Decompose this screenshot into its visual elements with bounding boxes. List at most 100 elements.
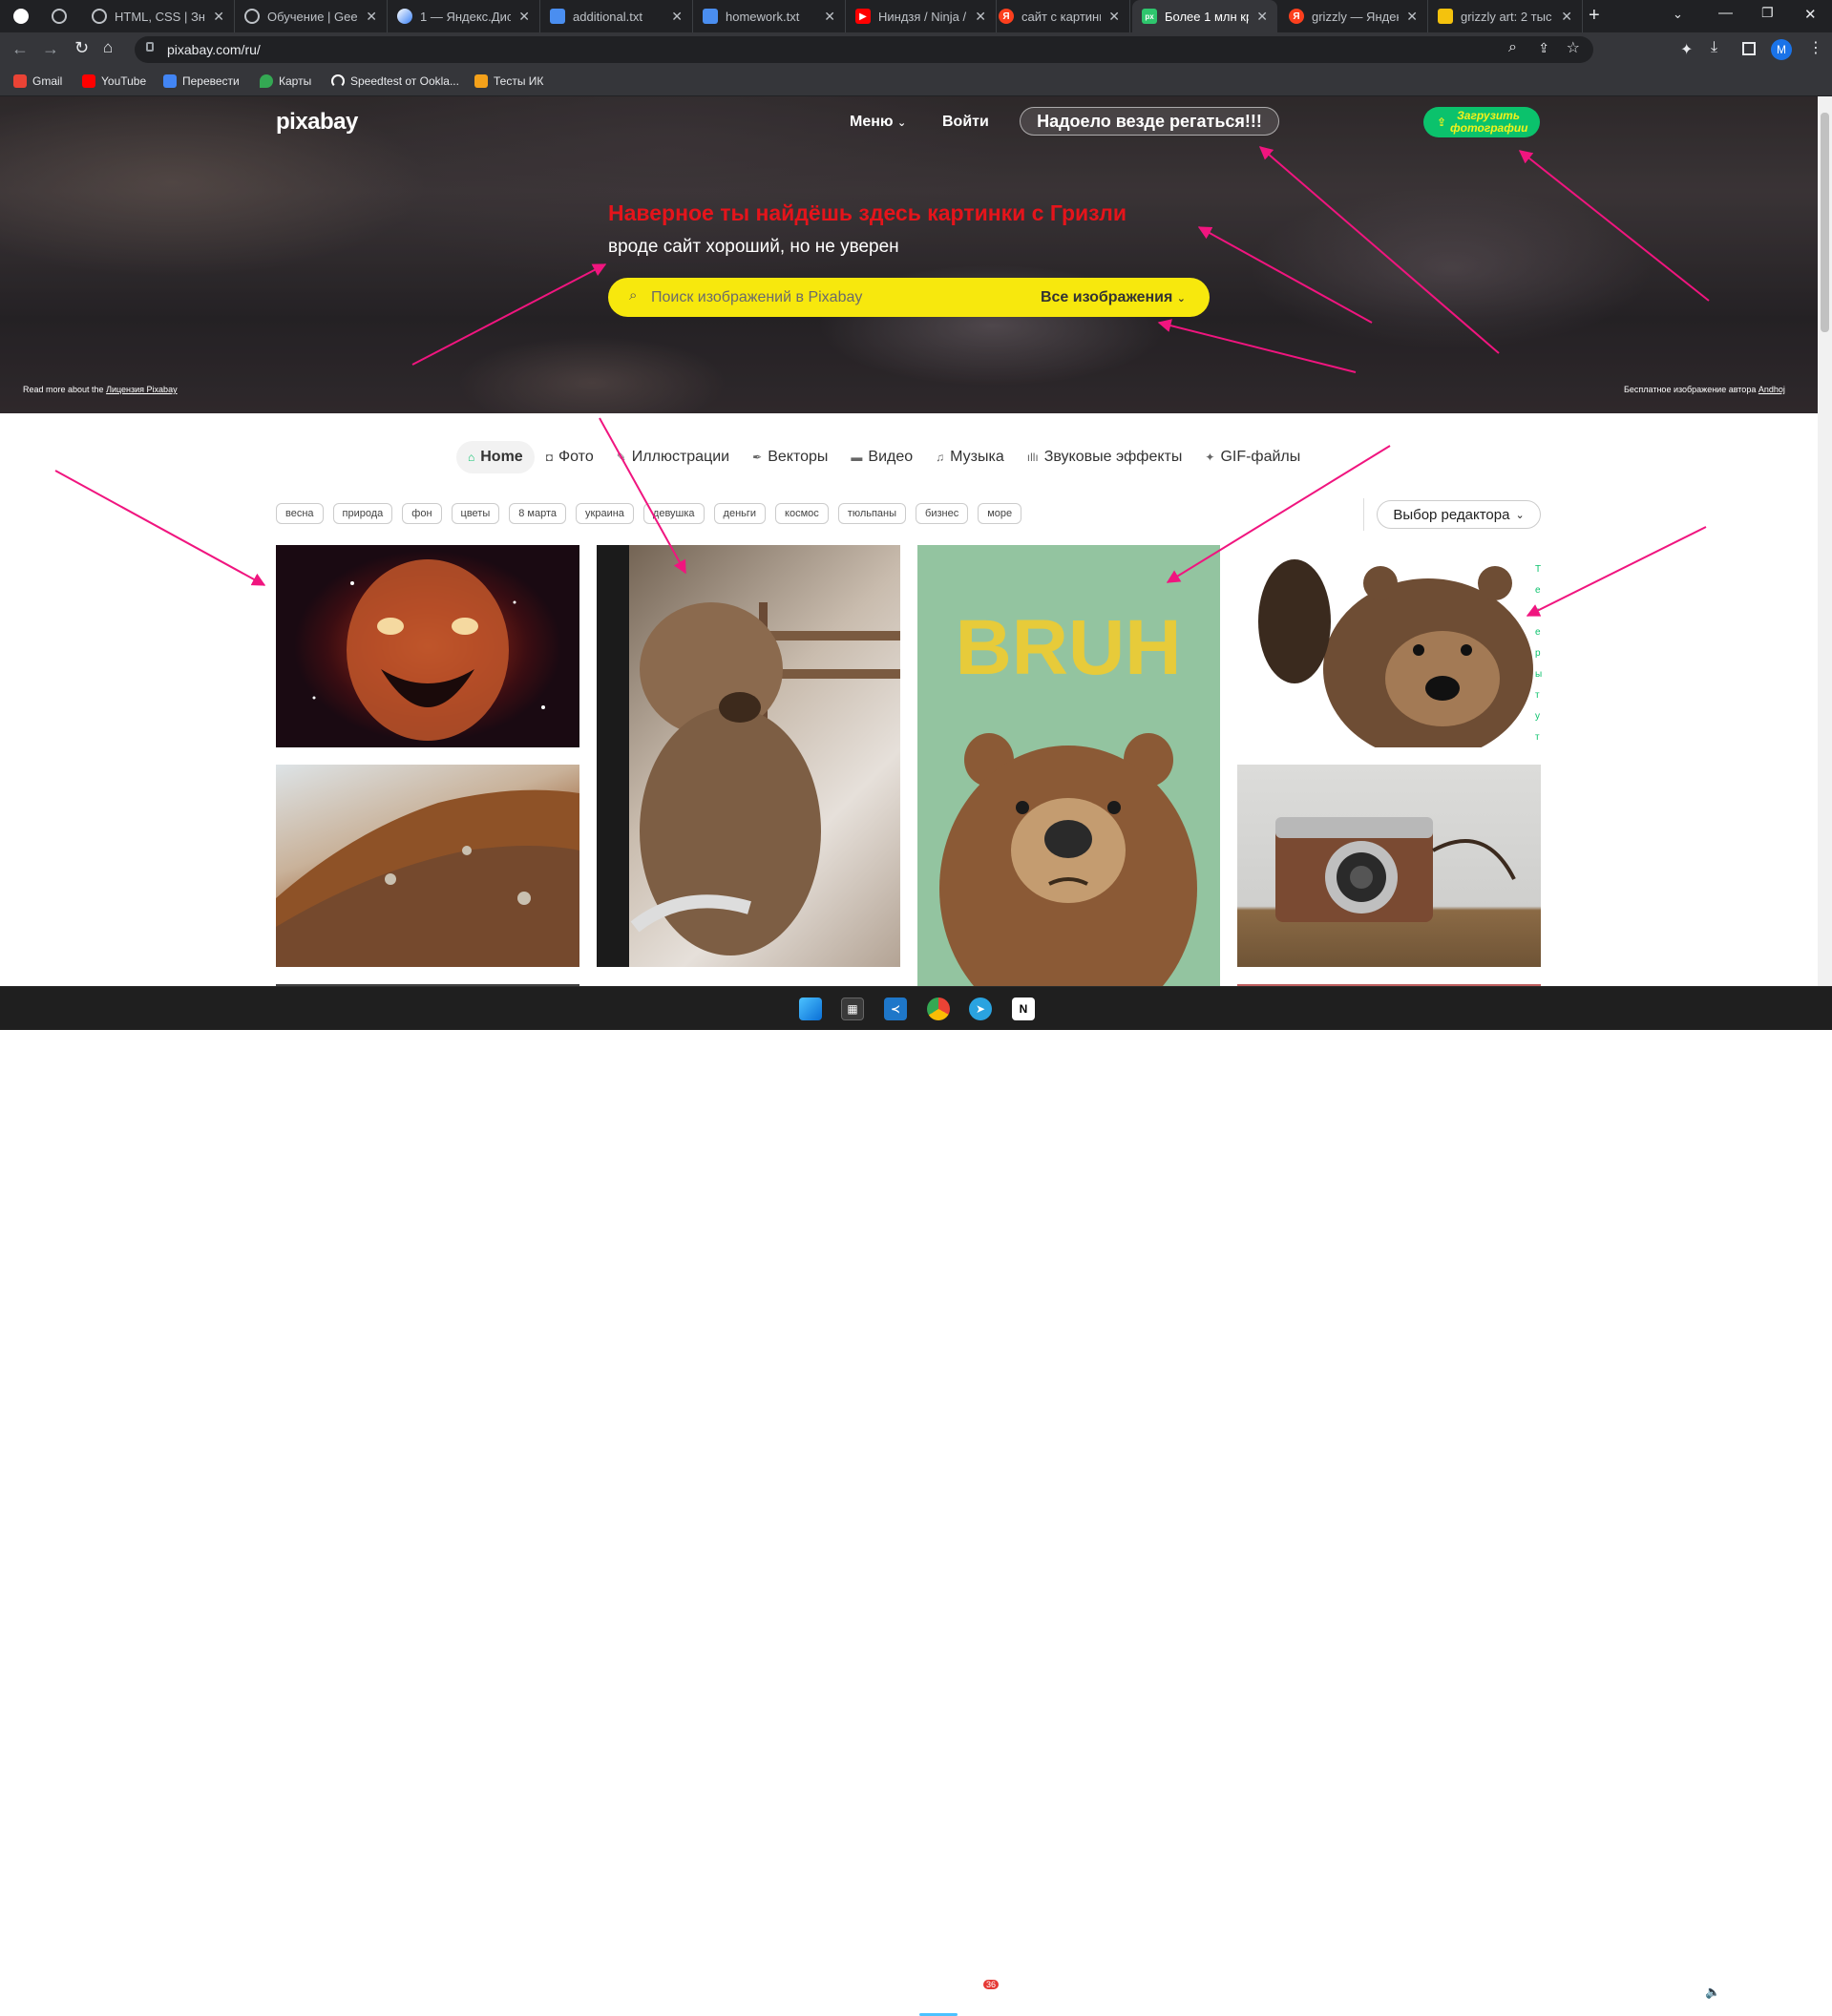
- close-tab-icon[interactable]: ✕: [975, 9, 986, 25]
- pixabay-logo[interactable]: pixabay: [276, 109, 358, 136]
- reload-icon[interactable]: ↻: [74, 38, 89, 58]
- image-card-vintage-camera[interactable]: [1237, 765, 1541, 967]
- tab-grizzly-art[interactable]: grizzly art: 2 тыс изобр✕: [1428, 0, 1583, 32]
- menu-button[interactable]: Меню ⌄: [850, 114, 906, 131]
- tag-chip[interactable]: фон: [402, 503, 442, 524]
- tab-geekbrains[interactable]: Обучение | GeekBrains✕: [235, 0, 388, 32]
- upload-button[interactable]: ⇪ Загрузить фотографии: [1423, 107, 1540, 137]
- minimize-icon[interactable]: —: [1718, 5, 1733, 21]
- login-link[interactable]: Войти: [942, 114, 989, 131]
- close-tab-icon[interactable]: ✕: [518, 9, 530, 25]
- sidepanel-icon[interactable]: [1742, 42, 1756, 55]
- bookmark-gmail[interactable]: Gmail: [13, 74, 62, 88]
- extensions-icon[interactable]: ✦: [1680, 40, 1693, 59]
- tag-chip[interactable]: тюльпаны: [837, 503, 907, 524]
- image-card-rock-macro[interactable]: [276, 765, 579, 967]
- tag-chip[interactable]: девушка: [642, 503, 705, 524]
- tag-chip[interactable]: украина: [576, 503, 634, 524]
- author-link[interactable]: Andhoj: [1758, 385, 1785, 394]
- tab-search-icon[interactable]: ⌄: [1673, 7, 1683, 22]
- home-icon[interactable]: ⌂: [103, 38, 113, 57]
- telegram-icon[interactable]: ➤: [969, 998, 992, 1020]
- network-icon[interactable]: ▭: [1683, 1984, 1695, 2000]
- close-tab-icon[interactable]: ✕: [1561, 9, 1572, 25]
- tag-chip[interactable]: космос: [775, 503, 829, 524]
- language-indicator[interactable]: ENG: [1645, 1988, 1668, 2000]
- sort-dropdown[interactable]: Выбор редактора ⌄: [1377, 500, 1541, 529]
- tab-yandex-disk[interactable]: 1 — Яндекс.Диск ✕: [388, 0, 540, 32]
- tag-chip[interactable]: природа: [332, 503, 393, 524]
- close-tab-icon[interactable]: ✕: [1406, 9, 1418, 25]
- tab-video[interactable]: ▬ Видео: [839, 441, 924, 473]
- forward-icon[interactable]: →: [42, 39, 59, 59]
- close-tab-icon[interactable]: ✕: [824, 9, 835, 25]
- image-card-bruh-bear[interactable]: BRUH: [917, 545, 1220, 986]
- clock-time[interactable]: 23:07: [1741, 1981, 1791, 1992]
- tab-sound-effects[interactable]: ıllı Звуковые эффекты: [1016, 441, 1194, 473]
- bookmark-translate[interactable]: Перевести: [163, 74, 240, 88]
- bookmark-speedtest[interactable]: Speedtest от Ookla...: [331, 74, 459, 88]
- tab-vectors[interactable]: ✒ Векторы: [741, 441, 839, 473]
- tab-github[interactable]: [13, 0, 38, 32]
- close-tab-icon[interactable]: ✕: [366, 9, 377, 25]
- bookmark-maps[interactable]: Карты: [260, 74, 311, 88]
- search-input[interactable]: Поиск изображений в Pixabay: [651, 289, 862, 306]
- zoom-icon[interactable]: ⌕: [1508, 39, 1517, 56]
- windows-start-icon[interactable]: [799, 998, 822, 1020]
- share-icon[interactable]: ⇪: [1538, 40, 1549, 56]
- image-card-waving-bear[interactable]: [1237, 545, 1541, 747]
- profile-avatar[interactable]: M: [1771, 39, 1792, 60]
- new-tab-icon[interactable]: +: [1589, 5, 1600, 27]
- star-icon[interactable]: ☆: [1567, 38, 1580, 57]
- tab-pixabay[interactable]: px Более 1 млн красивых✕: [1132, 0, 1277, 32]
- tab-openai[interactable]: [52, 0, 76, 32]
- tab-yandex-search[interactable]: Я сайт с картинками✕: [989, 0, 1130, 32]
- search-bar[interactable]: ⌕ Поиск изображений в Pixabay Все изобра…: [608, 278, 1210, 317]
- tab-html-css[interactable]: HTML, CSS | Знакомство✕: [82, 0, 235, 32]
- bookmark-tests[interactable]: Тесты ИК: [474, 74, 543, 88]
- tab-homework[interactable]: homework.txt ✕: [693, 0, 846, 32]
- tray-chevron-icon[interactable]: ^: [1615, 1984, 1621, 1999]
- tab-home[interactable]: ⌂ Home: [456, 441, 535, 473]
- banner-pill[interactable]: Надоело везде регаться!!!: [1020, 107, 1279, 136]
- image-type-dropdown[interactable]: Все изображения ⌄: [1041, 289, 1186, 306]
- clock-date[interactable]: 26.03.2023: [1732, 1996, 1793, 2007]
- scrollbar-thumb[interactable]: [1821, 113, 1829, 332]
- download-icon[interactable]: ⤓: [1711, 39, 1717, 56]
- close-tab-icon[interactable]: ✕: [213, 9, 224, 25]
- arrow: [1526, 526, 1707, 617]
- waving-bear-image: [1258, 559, 1533, 747]
- tab-gif[interactable]: ✦ GIF-файлы: [1193, 441, 1312, 473]
- tag-chip[interactable]: весна: [276, 503, 324, 524]
- close-tab-icon[interactable]: ✕: [671, 9, 683, 25]
- image-card-bear-gif[interactable]: [597, 545, 900, 967]
- notification-badge[interactable]: 2: [1798, 1985, 1815, 2003]
- tab-grizzly-yandex[interactable]: Я grizzly — Яндекс ✕: [1279, 0, 1428, 32]
- volume-icon[interactable]: 🔈: [1705, 1984, 1720, 2000]
- close-tab-icon[interactable]: ✕: [1108, 9, 1120, 25]
- back-icon[interactable]: ←: [11, 39, 29, 59]
- tag-chip[interactable]: море: [978, 503, 1022, 524]
- tag-chip[interactable]: бизнес: [916, 503, 969, 524]
- notion-icon[interactable]: N: [1012, 998, 1035, 1020]
- tag-chip[interactable]: деньги: [713, 503, 767, 524]
- tag-chip[interactable]: цветы: [451, 503, 500, 524]
- tab-illustrations[interactable]: ✎ Иллюстрации: [605, 441, 741, 473]
- close-window-icon[interactable]: ✕: [1804, 6, 1817, 23]
- lock-icon[interactable]: [146, 42, 154, 52]
- tag-chip[interactable]: 8 марта: [509, 503, 567, 524]
- chrome-icon[interactable]: [927, 998, 950, 1020]
- tab-additional[interactable]: additional.txt ✕: [540, 0, 693, 32]
- tab-photo[interactable]: ◘ Фото: [535, 441, 605, 473]
- image-card-grizzly-art[interactable]: [276, 545, 579, 747]
- license-link[interactable]: Лицензия Pixabay: [106, 385, 178, 394]
- bookmark-youtube[interactable]: YouTube: [82, 74, 146, 88]
- kebab-menu-icon[interactable]: ⋮: [1808, 38, 1823, 57]
- calculator-icon[interactable]: ▦: [841, 998, 864, 1020]
- url-field[interactable]: pixabay.com/ru/ ⌕ ⇪ ☆: [135, 36, 1593, 63]
- vscode-icon[interactable]: ≺: [884, 998, 907, 1020]
- close-tab-icon[interactable]: ✕: [1256, 9, 1268, 25]
- restore-icon[interactable]: ❐: [1761, 5, 1774, 21]
- tab-ninja[interactable]: ▶ Ниндзя / Ninja / Nindzya✕: [846, 0, 997, 32]
- tab-music[interactable]: ♫ Музыка: [924, 441, 1016, 473]
